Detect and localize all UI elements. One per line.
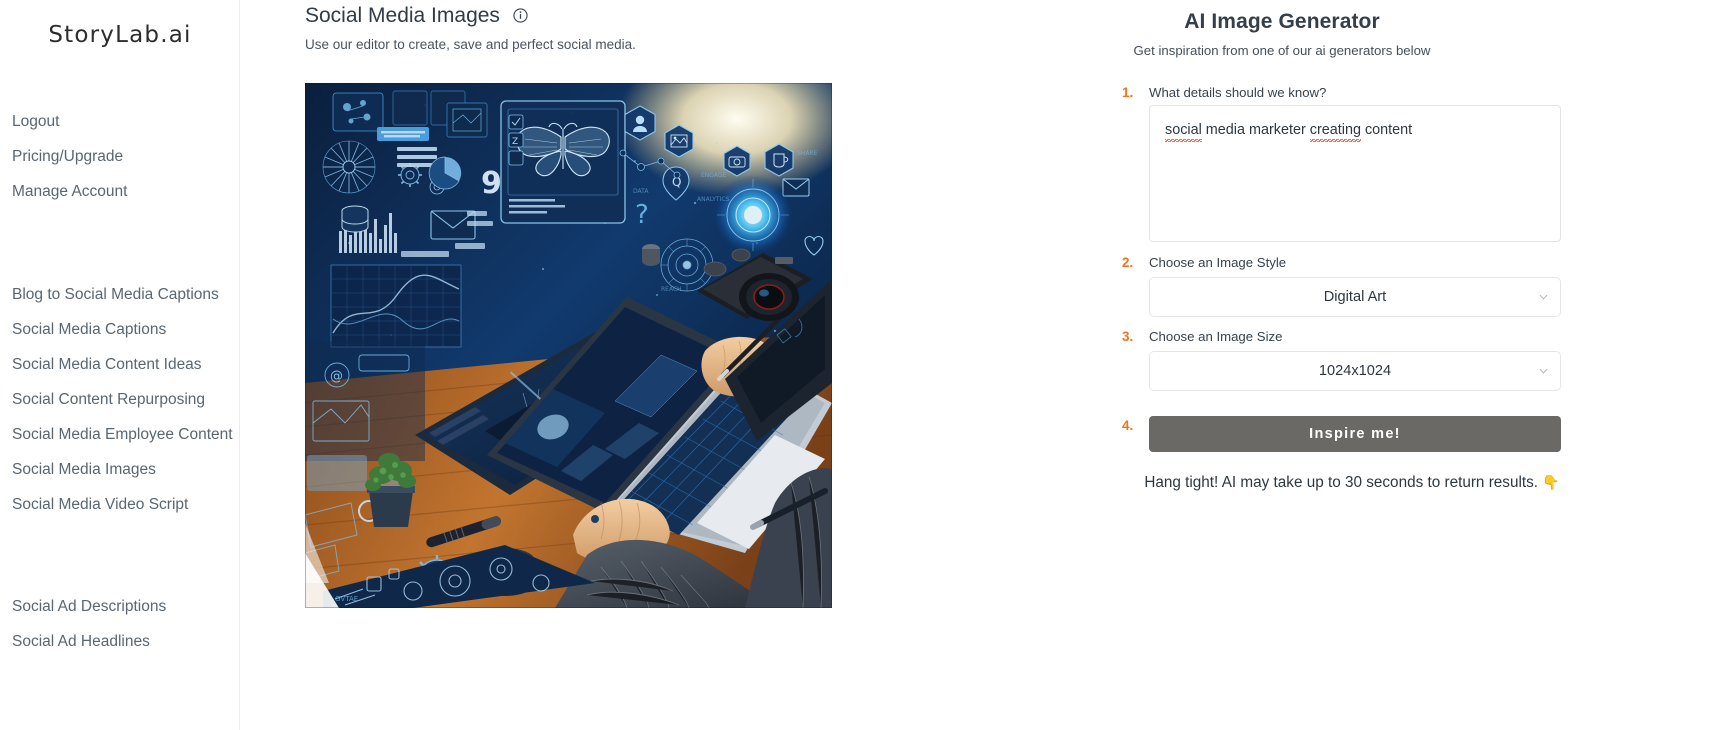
sidebar-item-blog-to-social-media-captions[interactable]: Blog to Social Media Captions <box>0 277 240 312</box>
generator-title: AI Image Generator <box>1184 10 1380 33</box>
ai-generator-panel: AI Image Generator Get inspiration from … <box>1102 0 1717 730</box>
prompt-input[interactable]: social media marketer creating content <box>1149 105 1561 242</box>
page-header: Social Media Images Use our editor to cr… <box>305 0 865 54</box>
sidebar-ads-nav: Social Ad Descriptions Social Ad Headlin… <box>0 589 240 659</box>
loading-hint-text: Hang tight! AI may take up to 30 seconds… <box>1144 474 1538 491</box>
sidebar-tools-nav: Blog to Social Media Captions Social Med… <box>0 277 240 522</box>
image-size-value: 1024x1024 <box>1318 363 1392 379</box>
svg-text:ANALYTICS: ANALYTICS <box>697 196 730 203</box>
image-size-select[interactable]: 1024x1024 <box>1149 351 1561 391</box>
loading-hint: Hang tight! AI may take up to 30 seconds… <box>1102 474 1602 492</box>
inspire-me-button[interactable]: Inspire me! <box>1149 416 1561 452</box>
point-down-emoji: 👇 <box>1542 474 1560 490</box>
chevron-down-icon <box>1539 294 1548 300</box>
page-title: Social Media Images <box>305 4 500 27</box>
step-number-4: 4. <box>1122 418 1134 433</box>
brand-logo[interactable]: StoryLab.ai <box>0 22 240 48</box>
sidebar-item-social-media-employee-content[interactable]: Social Media Employee Content <box>0 417 240 452</box>
sidebar-item-social-media-images[interactable]: Social Media Images <box>0 452 240 487</box>
svg-text:GVTAE: GVTAE <box>335 595 358 603</box>
image-style-select[interactable]: Digital Art <box>1149 277 1561 317</box>
sidebar: StoryLab.ai Logout Pricing/Upgrade Manag… <box>0 0 240 730</box>
svg-text:SHARE: SHARE <box>797 150 818 157</box>
image-style-value: Digital Art <box>1323 289 1387 305</box>
generated-image-preview[interactable]: 9 Z Q ? DATA ANALYTICS ENGAGE SHARE REAC… <box>305 83 832 608</box>
sidebar-item-pricing-upgrade[interactable]: Pricing/Upgrade <box>0 139 240 174</box>
sidebar-account-nav: Logout Pricing/Upgrade Manage Account <box>0 104 240 209</box>
chevron-down-icon <box>1539 368 1548 374</box>
sidebar-item-logout[interactable]: Logout <box>0 104 240 139</box>
size-label: Choose an Image Size <box>1149 329 1283 344</box>
generator-subtitle: Get inspiration from one of our ai gener… <box>1133 43 1431 58</box>
step-number-2: 2. <box>1122 255 1134 270</box>
svg-text:Z: Z <box>512 137 518 147</box>
prompt-value: social media marketer creating content <box>1165 120 1412 142</box>
page-title-row: Social Media Images <box>305 0 865 32</box>
generated-image: 9 Z Q ? DATA ANALYTICS ENGAGE SHARE REAC… <box>305 83 832 608</box>
sidebar-item-social-media-captions[interactable]: Social Media Captions <box>0 312 240 347</box>
svg-text:@: @ <box>330 369 343 384</box>
prompt-label: What details should we know? <box>1149 85 1327 100</box>
info-circle-icon[interactable] <box>513 7 528 23</box>
sidebar-item-social-media-video-script[interactable]: Social Media Video Script <box>0 487 240 522</box>
main-content: Social Media Images Use our editor to cr… <box>240 0 1102 730</box>
sidebar-item-manage-account[interactable]: Manage Account <box>0 174 240 209</box>
app-root: StoryLab.ai Logout Pricing/Upgrade Manag… <box>0 0 1717 730</box>
style-label: Choose an Image Style <box>1149 255 1287 270</box>
sidebar-item-social-media-content-ideas[interactable]: Social Media Content Ideas <box>0 347 240 382</box>
step-number-1: 1. <box>1122 85 1134 100</box>
step-number-3: 3. <box>1122 329 1134 344</box>
sidebar-item-social-content-repurposing[interactable]: Social Content Repurposing <box>0 382 240 417</box>
svg-text:REACH: REACH <box>661 286 682 293</box>
sidebar-item-social-ad-headlines[interactable]: Social Ad Headlines <box>0 624 240 659</box>
svg-text:9: 9 <box>481 166 502 201</box>
svg-text:ENGAGE: ENGAGE <box>701 172 727 179</box>
sidebar-item-social-ad-descriptions[interactable]: Social Ad Descriptions <box>0 589 240 624</box>
page-subtitle: Use our editor to create, save and perfe… <box>305 37 636 52</box>
svg-text:DATA: DATA <box>633 188 649 195</box>
svg-text:?: ? <box>635 200 649 230</box>
